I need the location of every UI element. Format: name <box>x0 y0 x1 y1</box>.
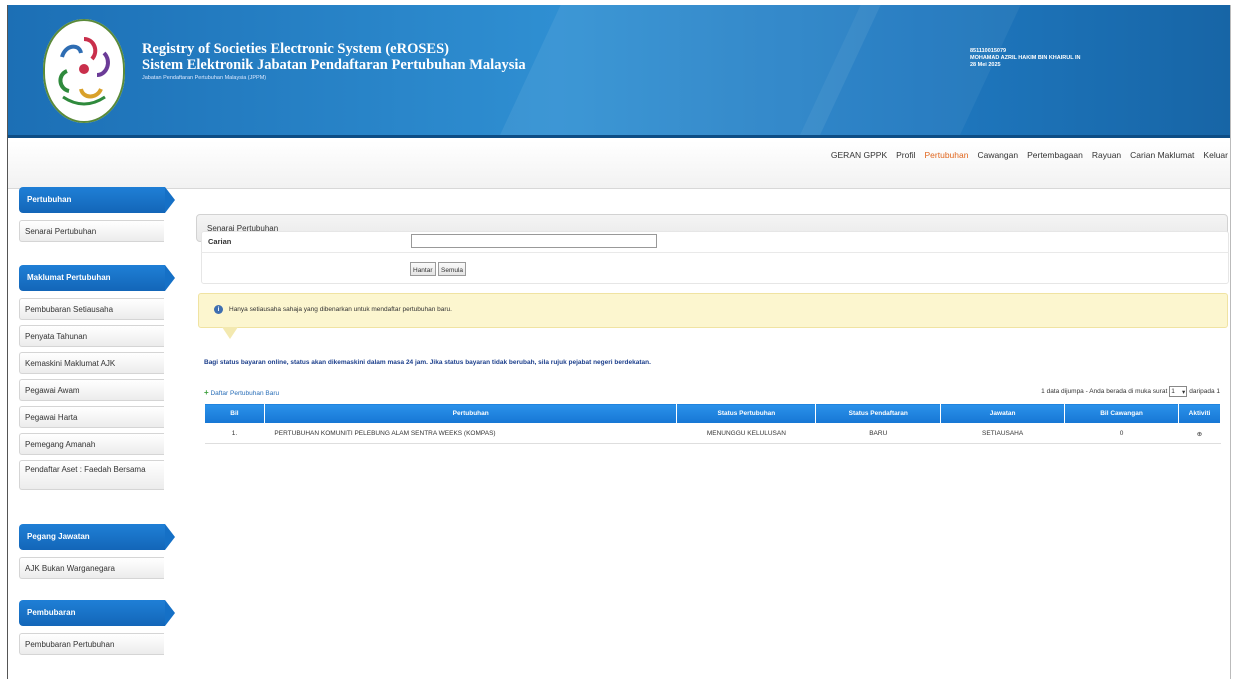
cell-status-pendaftaran: BARU <box>815 423 941 444</box>
header-banner: Registry of Societies Electronic System … <box>8 5 1230 138</box>
cell-bil: 1. <box>204 423 265 444</box>
sidebar-item-pendaftar-aset[interactable]: Pendaftar Aset : Faedah Bersama <box>19 460 164 490</box>
divider <box>201 252 1229 253</box>
user-info: 851110015079 MOHAMAD AZRIL HAKIM BIN KHA… <box>970 48 1081 69</box>
user-id: 851110015079 <box>970 48 1007 54</box>
sidebar-item-pegawai-harta[interactable]: Pegawai Harta <box>19 406 164 428</box>
sidebar-item-pegawai-awam[interactable]: Pegawai Awam <box>19 379 164 401</box>
sidebar-item-pemegang-amanah[interactable]: Pemegang Amanah <box>19 433 164 455</box>
info-icon: i <box>214 305 223 314</box>
view-activity-icon[interactable]: ⊕ <box>1178 423 1221 444</box>
sidebar-section-maklumat-pertubuhan: Maklumat Pertubuhan <box>19 265 175 291</box>
column-bil-cawangan: Bil Cawangan <box>1064 403 1179 424</box>
sidebar-item-ajk-bukan-warganegara[interactable]: AJK Bukan Warganegara <box>19 557 164 579</box>
app-window: Registry of Societies Electronic System … <box>7 5 1231 679</box>
organization-table: Bil Pertubuhan Status Pertubuhan Status … <box>204 403 1222 444</box>
column-pertubuhan: Pertubuhan <box>263 403 678 424</box>
top-menu: GERAN GPPK Profil Pertubuhan Cawangan Pe… <box>831 150 1228 160</box>
column-bil: Bil <box>204 403 265 424</box>
payment-status-warning: Bagi status bayaran online, status akan … <box>204 359 651 366</box>
table-header-row: Bil Pertubuhan Status Pertubuhan Status … <box>204 403 1222 424</box>
search-panel <box>201 231 1229 284</box>
menu-profil[interactable]: Profil <box>896 150 915 160</box>
sidebar-section-pembubaran: Pembubaran <box>19 600 175 626</box>
column-aktiviti: Aktiviti <box>1177 403 1222 424</box>
menu-pertembagaan[interactable]: Pertembagaan <box>1027 150 1083 160</box>
pagination-prefix: 1 data dijumpa - Anda berada di muka sur… <box>1041 388 1168 395</box>
cell-bil-cawangan: 0 <box>1064 423 1179 444</box>
top-navigation: GERAN GPPK Profil Pertubuhan Cawangan Pe… <box>8 141 1230 189</box>
add-organization-label: Daftar Pertubuhan Baru <box>210 390 280 397</box>
pagination-info: 1 data dijumpa - Anda berada di muka sur… <box>1041 386 1220 397</box>
page-select[interactable]: 1 ▾ <box>1169 386 1188 397</box>
sidebar-item-penyata-tahunan[interactable]: Penyata Tahunan <box>19 325 164 347</box>
column-status-pertubuhan: Status Pertubuhan <box>676 403 817 424</box>
search-submit-button[interactable]: Hantar <box>410 262 436 276</box>
notice-pointer <box>222 327 238 339</box>
column-status-pendaftaran: Status Pendaftaran <box>815 403 942 424</box>
menu-geran-gppk[interactable]: GERAN GPPK <box>831 150 887 160</box>
jppm-logo <box>43 19 125 123</box>
sidebar-section-pegang-jawatan: Pegang Jawatan <box>19 524 175 550</box>
menu-cawangan[interactable]: Cawangan <box>977 150 1018 160</box>
chevron-down-icon: ▾ <box>1182 388 1186 396</box>
sidebar-item-kemaskini-maklumat-ajk[interactable]: Kemaskini Maklumat AJK <box>19 352 164 374</box>
pagination-suffix: daripada 1 <box>1189 388 1220 395</box>
notice-text: Hanya setiausaha sahaja yang dibenarkan … <box>229 306 452 313</box>
add-organization-link[interactable]: + Daftar Pertubuhan Baru <box>204 388 279 397</box>
app-title-en: Registry of Societies Electronic System … <box>142 41 449 57</box>
sidebar-item-senarai-pertubuhan[interactable]: Senarai Pertubuhan <box>19 220 164 242</box>
column-jawatan: Jawatan <box>940 403 1066 424</box>
app-title-ms: Sistem Elektronik Jabatan Pendaftaran Pe… <box>142 57 526 73</box>
menu-carian-maklumat[interactable]: Carian Maklumat <box>1130 150 1194 160</box>
menu-keluar[interactable]: Keluar <box>1203 150 1228 160</box>
table-row: 1. PERTUBUHAN KOMUNITI PELEBUNG ALAM SEN… <box>204 423 1221 444</box>
sidebar-item-pembubaran-setiausaha[interactable]: Pembubaran Setiausaha <box>19 298 164 320</box>
menu-rayuan[interactable]: Rayuan <box>1092 150 1121 160</box>
menu-pertubuhan[interactable]: Pertubuhan <box>925 150 969 160</box>
search-reset-button[interactable]: Semula <box>438 262 467 276</box>
cell-status-pertubuhan: MENUNGGU KELULUSAN <box>676 423 816 444</box>
plus-icon: + <box>204 388 209 397</box>
notice-box: i Hanya setiausaha sahaja yang dibenarka… <box>198 293 1228 328</box>
sidebar-section-pertubuhan: Pertubuhan <box>19 187 175 213</box>
sidebar-item-pembubaran-pertubuhan[interactable]: Pembubaran Pertubuhan <box>19 633 164 655</box>
page-select-value: 1 <box>1171 388 1175 395</box>
current-date: 28 Mei 2025 <box>970 62 1001 68</box>
cell-jawatan: SETIAUSAHA <box>940 423 1065 444</box>
search-input[interactable] <box>411 234 657 248</box>
user-name: MOHAMAD AZRIL HAKIM BIN KHAIRUL IN <box>970 55 1081 61</box>
search-label: Carian <box>208 237 232 246</box>
app-subtitle: Jabatan Pendaftaran Pertubuhan Malaysia … <box>142 75 267 81</box>
cell-pertubuhan: PERTUBUHAN KOMUNITI PELEBUNG ALAM SENTRA… <box>264 423 677 444</box>
